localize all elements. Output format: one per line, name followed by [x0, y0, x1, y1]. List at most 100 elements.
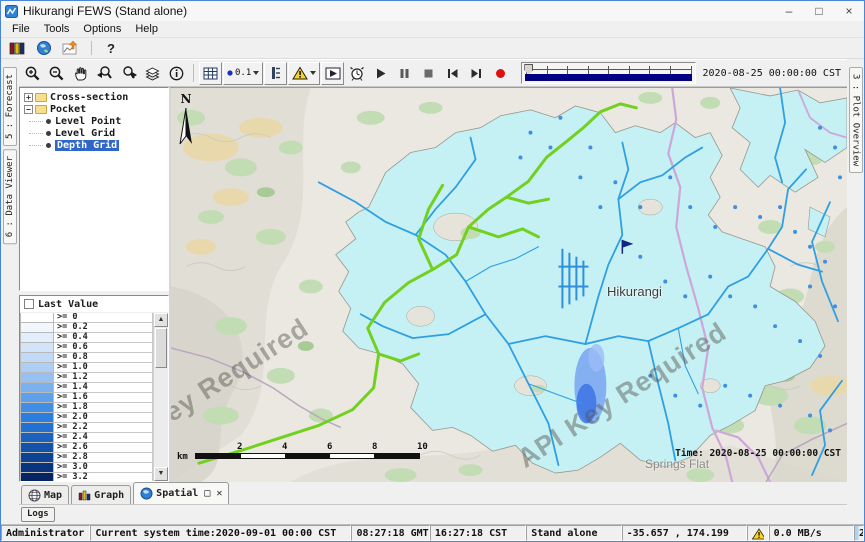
tab-forecast[interactable]: 5 : Forecast [3, 67, 17, 146]
application-window: Hikurangi FEWS (Stand alone) – □ × FileT… [0, 0, 865, 542]
help-icon[interactable]: ? [101, 41, 121, 56]
tree-item-level-grid[interactable]: Level Grid [24, 127, 168, 139]
last-value-checkbox[interactable] [24, 299, 34, 309]
status-cell-4: Stand alone [526, 525, 621, 541]
tab-plot-overview[interactable]: 3 : Plot Overview [849, 67, 863, 173]
tree-item-label: Level Point [55, 116, 121, 127]
north-arrow: N [177, 92, 195, 155]
legend-row-label: >= 3.2 [54, 473, 153, 481]
status-warning-icon[interactable] [747, 525, 769, 541]
close-icon[interactable]: × [834, 1, 864, 21]
legend-title: Last Value [38, 299, 98, 310]
legend-color-swatch [20, 373, 54, 383]
movie-player-icon[interactable] [321, 62, 344, 85]
zoom-next-icon[interactable] [117, 62, 140, 85]
legend-color-swatch [20, 413, 54, 423]
warning-dropdown[interactable] [288, 62, 320, 85]
scroll-up-icon[interactable]: ▲ [154, 313, 168, 327]
layers-tree: + Cross-section − PocketLevel PointLevel Gr… [19, 87, 169, 291]
legend-color-swatch [20, 463, 54, 473]
legend-color-swatch [20, 433, 54, 443]
tree-item-label: Pocket [50, 104, 86, 115]
tab-spatial[interactable]: Spatial □ ✕ [133, 482, 229, 504]
skip-to-start-icon[interactable] [441, 62, 464, 85]
bar-chart-icon [78, 489, 91, 501]
menu-item-file[interactable]: File [5, 23, 37, 35]
collapse-icon[interactable]: − [24, 105, 33, 114]
status-cell-7: 0.0 MB/s [769, 525, 854, 541]
node-bullet-icon [46, 119, 51, 124]
scale-number: 10 [417, 442, 428, 452]
scale-numbers: 2 4 6 8 10 [177, 442, 427, 453]
map-view[interactable]: N API Key Required API Key Required Hiku… [169, 87, 847, 482]
menu-item-options[interactable]: Options [76, 23, 128, 35]
legend-color-swatch [20, 353, 54, 363]
scale-number: 6 [327, 442, 332, 452]
animation-settings-icon[interactable] [345, 62, 368, 85]
menu-bar: FileToolsOptionsHelp [1, 21, 864, 38]
folder-icon [35, 105, 47, 114]
legend-row[interactable]: >= 3.2 [20, 473, 153, 481]
window-title: Hikurangi FEWS (Stand alone) [23, 4, 187, 18]
legend-color-swatch [20, 323, 54, 333]
pause-icon[interactable] [393, 62, 416, 85]
left-tab-strip: 5 : Forecast 6 : Data Viewer [1, 59, 19, 524]
right-tab-strip: 3 : Plot Overview [847, 59, 864, 524]
play-icon[interactable] [369, 62, 392, 85]
scale-segments [195, 453, 420, 459]
node-bullet-icon [46, 131, 51, 136]
layers-icon[interactable] [141, 62, 164, 85]
grid-icon[interactable] [199, 62, 222, 85]
legend-icon[interactable] [264, 62, 287, 85]
zoom-out-icon[interactable] [45, 62, 68, 85]
record-icon[interactable] [489, 62, 512, 85]
tab-map[interactable]: Map [21, 485, 69, 504]
legend-color-swatch [20, 313, 54, 323]
zoom-in-icon[interactable] [21, 62, 44, 85]
threshold-dropdown[interactable]: 0.1 [223, 62, 263, 85]
close-panel-icon[interactable]: ✕ [216, 488, 222, 499]
scale-number: 2 [237, 442, 242, 452]
legend-color-swatch [20, 473, 54, 481]
tree-item-depth-grid[interactable]: Depth Grid [24, 139, 168, 151]
globe-icon [140, 487, 153, 500]
scale-bar: 246810 km [177, 442, 427, 459]
tree-item-label: Cross-section [50, 92, 128, 103]
zoom-previous-icon[interactable] [93, 62, 116, 85]
chevron-down-icon [310, 71, 316, 75]
tree-item-cross-section[interactable]: + Cross-section [24, 91, 168, 103]
tab-data-viewer[interactable]: 6 : Data Viewer [3, 149, 17, 244]
info-icon[interactable] [165, 62, 188, 85]
status-bar: AdministratorCurrent system time:2020-09… [1, 524, 864, 541]
scroll-thumb[interactable] [155, 328, 167, 368]
timeseries-dialog-icon[interactable] [59, 37, 82, 60]
legend-scrollbar[interactable]: ▲ ▼ [153, 313, 168, 481]
time-slider-range-bar [525, 74, 691, 81]
tree-item-pocket[interactable]: − Pocket [24, 103, 168, 115]
tab-graph[interactable]: Graph [71, 485, 131, 504]
stop-icon[interactable] [417, 62, 440, 85]
left-panel: + Cross-section − PocketLevel PointLevel Gr… [19, 87, 169, 482]
scroll-down-icon[interactable]: ▼ [154, 467, 168, 481]
expand-icon[interactable]: + [24, 93, 33, 102]
database-icon[interactable] [5, 37, 28, 60]
legend-color-swatch [20, 393, 54, 403]
maximize-icon[interactable]: □ [804, 1, 834, 21]
skip-to-end-icon[interactable] [465, 62, 488, 85]
tree-item-level-point[interactable]: Level Point [24, 115, 168, 127]
legend-color-swatch [20, 363, 54, 373]
map-display-icon[interactable] [32, 37, 55, 60]
time-slider[interactable] [521, 62, 695, 84]
minimize-icon[interactable]: – [774, 1, 804, 21]
title-bar: Hikurangi FEWS (Stand alone) – □ × [1, 1, 864, 21]
pan-icon[interactable] [69, 62, 92, 85]
scale-number: 8 [372, 442, 377, 452]
scale-number: 4 [282, 442, 287, 452]
menu-item-help[interactable]: Help [128, 23, 165, 35]
maximize-panel-icon[interactable]: □ [204, 488, 210, 499]
basemap [171, 88, 847, 482]
menu-item-tools[interactable]: Tools [37, 23, 77, 35]
window-controls: – □ × [774, 1, 864, 21]
status-cell-3: 16:27:18 CST [430, 525, 526, 541]
logs-button[interactable]: Logs [21, 507, 55, 522]
